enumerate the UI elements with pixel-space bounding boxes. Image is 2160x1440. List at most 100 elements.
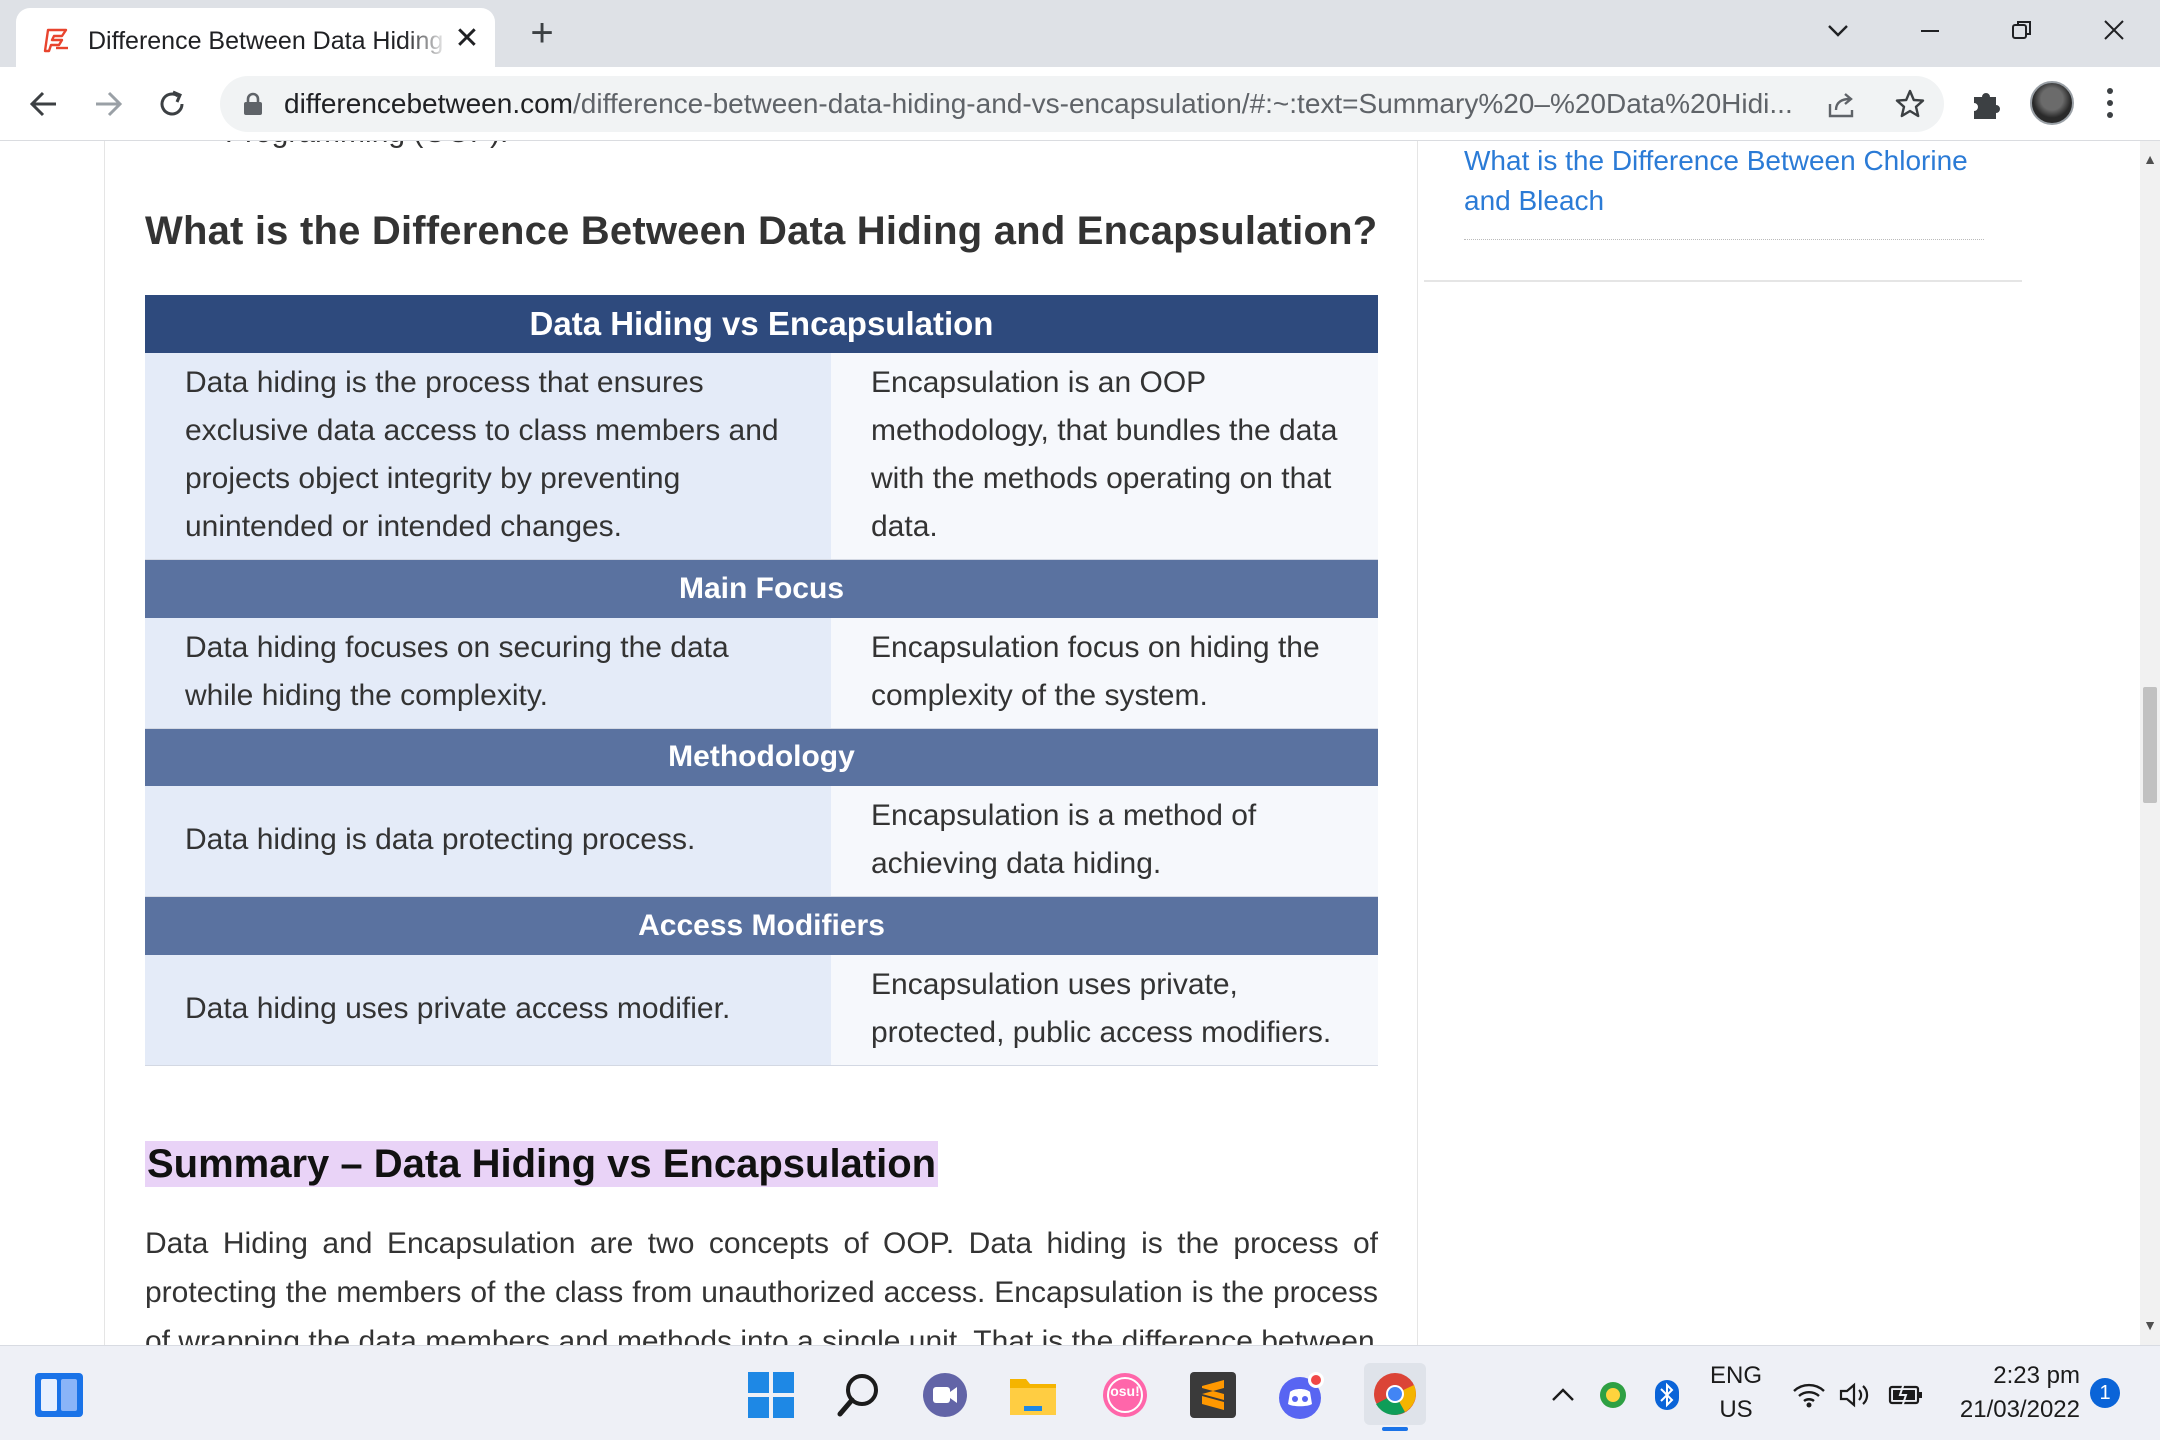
tab-title: Difference Between Data Hiding and Encap… [88, 27, 448, 55]
chevron-down-icon [1828, 25, 1848, 37]
forward-button[interactable] [86, 82, 130, 126]
sublime-text-icon [1190, 1372, 1236, 1418]
related-article-link[interactable]: What is the Difference Between Chlorine … [1464, 141, 2004, 221]
clock-time[interactable]: 2:23 pm [1940, 1362, 2080, 1390]
table-cell-encapsulation: Encapsulation uses private, protected, p… [831, 954, 1378, 1066]
windows-start-icon [748, 1372, 794, 1418]
osu-label: osu! [1110, 1383, 1140, 1399]
minimize-button[interactable] [1900, 8, 1960, 52]
start-button[interactable] [746, 1370, 796, 1420]
tab-close-icon[interactable]: ✕ [452, 24, 482, 54]
widgets-button[interactable] [34, 1370, 84, 1420]
folder-icon [1010, 1379, 1056, 1415]
tab-strip: Difference Between Data Hiding and Encap… [0, 0, 2160, 67]
restore-icon [2012, 21, 2031, 39]
browser-menu-button[interactable] [2100, 81, 2120, 125]
notification-badge[interactable]: 1 [2090, 1378, 2120, 1408]
table-cell-data-hiding: Data hiding uses private access modifier… [145, 954, 831, 1066]
ball-icon [1600, 1382, 1626, 1408]
close-icon [2104, 20, 2124, 40]
table-cell-data-hiding: Data hiding is the process that ensures … [145, 353, 831, 560]
scroll-thumb[interactable] [2143, 687, 2157, 803]
osu-app-button[interactable]: osu! [1100, 1370, 1150, 1420]
speaker-icon [1839, 1382, 1869, 1408]
battery-charging-icon [1888, 1382, 1922, 1408]
table-cell-data-hiding: Data hiding is data protecting process. [145, 786, 831, 897]
new-tab-button[interactable]: + [522, 13, 562, 54]
share-icon[interactable] [1826, 90, 1856, 120]
discord-button[interactable] [1276, 1370, 1326, 1420]
table-cell-data-hiding: Data hiding focuses on securing the data… [145, 617, 831, 729]
tab-search-button[interactable] [1808, 8, 1868, 52]
search-taskbar-button[interactable] [834, 1370, 884, 1420]
chat-icon [923, 1373, 967, 1417]
page-scrollbar[interactable]: ▲ ▼ [2140, 141, 2160, 1345]
table-row: Data hiding focuses on securing the data… [145, 617, 1378, 729]
page-viewport: Programming (OOP). What is the Differenc… [0, 141, 2140, 1345]
volume-tray-button[interactable] [1836, 1370, 1874, 1420]
sublime-text-button[interactable] [1188, 1370, 1238, 1420]
url-path: /difference-between-data-hiding-and-vs-e… [573, 88, 1793, 119]
summary-heading: Summary – Data Hiding vs Encapsulation [145, 1141, 939, 1187]
tray-app-icon[interactable] [1596, 1370, 1630, 1420]
close-window-button[interactable] [2084, 8, 2144, 52]
back-button[interactable] [22, 82, 66, 126]
url-text[interactable]: differencebetween.com/difference-between… [284, 76, 1844, 132]
table-title-row: Data Hiding vs Encapsulation [145, 295, 1378, 353]
wifi-tray-button[interactable] [1790, 1370, 1828, 1420]
scroll-down-arrow-icon[interactable]: ▼ [2140, 1315, 2160, 1335]
bluetooth-tray-button[interactable] [1650, 1370, 1684, 1420]
battery-tray-button[interactable] [1886, 1370, 1926, 1420]
table-section-row: Methodology [145, 728, 1378, 786]
table-section-row: Main Focus [145, 559, 1378, 618]
browser-toolbar: differencebetween.com/difference-between… [0, 67, 2160, 141]
discord-icon [1279, 1372, 1324, 1419]
search-icon [837, 1374, 878, 1417]
table-section-row: Access Modifiers [145, 896, 1378, 955]
address-bar[interactable]: differencebetween.com/difference-between… [220, 76, 1944, 132]
reload-icon [160, 90, 184, 116]
region-indicator[interactable]: US [1706, 1396, 1766, 1424]
sidebar: What is the Difference Between Chlorine … [1424, 141, 2022, 1345]
chevron-up-icon [1552, 1388, 1574, 1401]
table-row: Data hiding uses private access modifier… [145, 954, 1378, 1066]
arrow-right-icon [96, 91, 123, 117]
chrome-taskbar-button[interactable] [1364, 1363, 1426, 1431]
clock-date[interactable]: 21/03/2022 [1940, 1396, 2080, 1424]
browser-tab[interactable]: Difference Between Data Hiding and Encap… [16, 8, 495, 67]
url-host: differencebetween.com [284, 88, 573, 119]
wifi-icon [1793, 1383, 1825, 1408]
profile-avatar[interactable] [2030, 81, 2074, 125]
scroll-up-arrow-icon[interactable]: ▲ [2140, 149, 2160, 169]
lock-icon[interactable] [242, 92, 264, 116]
reload-button[interactable] [150, 82, 194, 126]
windows-taskbar: osu! ENG US 2:23 pm 21/03/2022 1 [0, 1345, 2160, 1440]
teams-chat-button[interactable] [920, 1370, 970, 1420]
bookmark-star-icon[interactable] [1894, 88, 1926, 120]
minimize-icon [1921, 30, 1939, 32]
summary-paragraph: Data Hiding and Encapsulation are two co… [145, 1227, 1378, 1345]
comparison-table: Data Hiding vs Encapsulation Data hiding… [145, 295, 1378, 1066]
arrow-left-icon [29, 91, 56, 117]
table-cell-encapsulation: Encapsulation focus on hiding the comple… [831, 617, 1378, 729]
site-favicon-icon [43, 28, 68, 53]
section-heading: What is the Difference Between Data Hidi… [145, 209, 1378, 253]
divider [1424, 280, 2022, 282]
table-row: Data hiding is data protecting process. … [145, 786, 1378, 897]
table-section-heading: Main Focus [145, 559, 1378, 618]
partial-text-line: Programming (OOP). [225, 141, 508, 153]
file-explorer-button[interactable] [1008, 1370, 1058, 1420]
bluetooth-icon [1655, 1380, 1679, 1410]
table-row: Data hiding is the process that ensures … [145, 353, 1378, 560]
table-cell-encapsulation: Encapsulation is a method of achieving d… [831, 786, 1378, 897]
widgets-icon [35, 1373, 83, 1417]
restore-button[interactable] [1992, 8, 2052, 52]
show-hidden-icons-button[interactable] [1548, 1370, 1578, 1420]
language-indicator[interactable]: ENG [1706, 1362, 1766, 1390]
table-section-heading: Access Modifiers [145, 896, 1378, 955]
divider [1464, 239, 1984, 240]
table-cell-encapsulation: Encapsulation is an OOP methodology, tha… [831, 353, 1378, 560]
active-app-indicator [1382, 1427, 1408, 1431]
chrome-icon [1374, 1373, 1416, 1415]
extensions-puzzle-icon[interactable] [1968, 85, 2006, 123]
